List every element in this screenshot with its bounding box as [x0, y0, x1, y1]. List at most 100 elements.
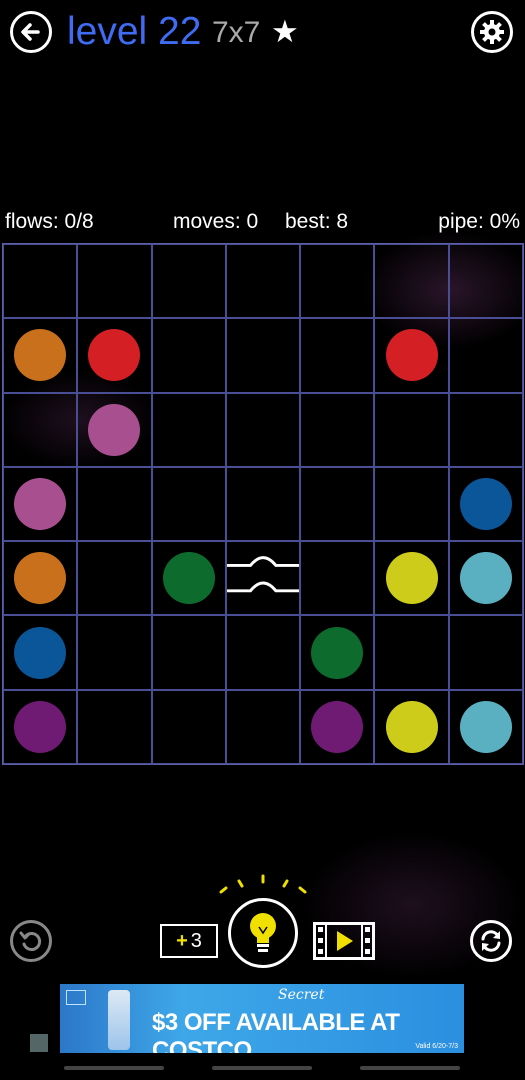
- board-cell[interactable]: [374, 689, 449, 764]
- board-cell[interactable]: [374, 244, 449, 319]
- board-cell[interactable]: [374, 541, 449, 616]
- board-cell[interactable]: [300, 392, 375, 467]
- lightbulb-icon: [250, 913, 276, 952]
- board-cell[interactable]: [300, 318, 375, 393]
- board-cell[interactable]: [448, 318, 523, 393]
- yellow-dot[interactable]: [385, 700, 438, 753]
- nav-handle: [360, 1066, 460, 1070]
- board-cell[interactable]: [77, 689, 152, 764]
- orange-dot[interactable]: [14, 329, 67, 382]
- board-cell[interactable]: [225, 392, 301, 467]
- game-board[interactable]: [2, 243, 524, 765]
- hint-button[interactable]: [228, 898, 298, 968]
- orange-dot[interactable]: [14, 552, 67, 605]
- board-cell[interactable]: [77, 541, 152, 616]
- board-cell[interactable]: [151, 541, 226, 616]
- ad-brand: Secret: [278, 987, 325, 1003]
- plus-icon: +: [176, 929, 188, 952]
- board-cell[interactable]: [225, 615, 301, 690]
- board-cell[interactable]: [77, 615, 152, 690]
- board-cell[interactable]: [300, 541, 375, 616]
- best-score: best: 8: [285, 210, 349, 233]
- board-size-label: 7x7: [212, 16, 261, 49]
- hint-rays-icon: [219, 874, 307, 894]
- board-cell[interactable]: [374, 318, 449, 393]
- bottom-controls: + 3: [0, 870, 525, 980]
- nav-handle: [212, 1066, 312, 1070]
- board-cell[interactable]: [151, 392, 226, 467]
- red-dot[interactable]: [385, 329, 438, 382]
- board-cell[interactable]: [448, 541, 523, 616]
- cyan-dot[interactable]: [459, 700, 512, 753]
- board-cell[interactable]: [3, 689, 78, 764]
- hint-count-button[interactable]: + 3: [160, 924, 218, 958]
- board-cell[interactable]: [300, 615, 375, 690]
- top-bar: level 22 7x7 ★: [0, 0, 525, 70]
- nav-handle: [64, 1066, 164, 1070]
- blue-dot[interactable]: [14, 626, 67, 679]
- board-cell[interactable]: [448, 615, 523, 690]
- back-button[interactable]: [10, 11, 52, 53]
- arrow-left-icon: [21, 23, 40, 41]
- board-cell[interactable]: [77, 318, 152, 393]
- flows-counter: flows: 0/8: [5, 210, 94, 233]
- video-play-icon[interactable]: [313, 922, 375, 960]
- board-cell[interactable]: [3, 392, 78, 467]
- board-cell[interactable]: [448, 689, 523, 764]
- board-cell[interactable]: [448, 244, 523, 319]
- ad-valid-dates: Valid 6/20-7/3: [415, 1043, 458, 1050]
- board-cell[interactable]: [151, 689, 226, 764]
- ad-info-icon[interactable]: [30, 1034, 48, 1052]
- green-dot[interactable]: [162, 552, 215, 605]
- bridge-icon: [226, 556, 300, 593]
- level-title: level 22: [67, 10, 202, 53]
- board-cell[interactable]: [77, 244, 152, 319]
- board-cell[interactable]: [3, 541, 78, 616]
- board-cell[interactable]: [300, 244, 375, 319]
- board-cell[interactable]: [374, 615, 449, 690]
- board-cell[interactable]: [151, 318, 226, 393]
- board-cell[interactable]: [3, 466, 78, 542]
- board-cell[interactable]: [77, 392, 152, 467]
- purple-dot[interactable]: [14, 700, 67, 753]
- board-cell[interactable]: [225, 541, 301, 616]
- board-cell[interactable]: [300, 466, 375, 542]
- board-cell[interactable]: [151, 244, 226, 319]
- product-image: [108, 990, 130, 1050]
- restart-button[interactable]: [470, 920, 512, 962]
- board-cell[interactable]: [3, 244, 78, 319]
- board-cell[interactable]: [225, 689, 301, 764]
- ad-choices-icon[interactable]: [66, 990, 86, 1005]
- board-cell[interactable]: [374, 466, 449, 542]
- yellow-dot[interactable]: [385, 552, 438, 605]
- board-cell[interactable]: [3, 615, 78, 690]
- purple-dot[interactable]: [311, 700, 364, 753]
- pink-dot[interactable]: [14, 477, 67, 530]
- board-cell[interactable]: [77, 466, 152, 542]
- board-cell[interactable]: [300, 689, 375, 764]
- board-cell[interactable]: [374, 392, 449, 467]
- board-cell[interactable]: [448, 466, 523, 542]
- red-dot[interactable]: [88, 329, 141, 382]
- board-cell[interactable]: [3, 318, 78, 393]
- settings-button[interactable]: [471, 11, 513, 53]
- moves-counter: moves: 0: [173, 210, 259, 233]
- gear-icon: [480, 20, 504, 44]
- advertisement-banner[interactable]: Secret $3 OFF AVAILABLE AT COSTCO Valid …: [60, 984, 464, 1053]
- board-cell[interactable]: [448, 392, 523, 467]
- undo-button[interactable]: [10, 920, 52, 962]
- cyan-dot[interactable]: [459, 552, 512, 605]
- board-cell[interactable]: [225, 244, 301, 319]
- board-cell[interactable]: [225, 466, 301, 542]
- pipe-percentage: pipe: 0%: [438, 210, 520, 233]
- undo-icon: [19, 931, 42, 951]
- blue-dot[interactable]: [459, 477, 512, 530]
- star-icon: ★: [271, 14, 299, 49]
- pink-dot[interactable]: [88, 403, 141, 456]
- refresh-icon: [481, 930, 501, 952]
- hint-count: 3: [190, 929, 202, 952]
- green-dot[interactable]: [311, 626, 364, 679]
- board-cell[interactable]: [225, 318, 301, 393]
- board-cell[interactable]: [151, 615, 226, 690]
- board-cell[interactable]: [151, 466, 226, 542]
